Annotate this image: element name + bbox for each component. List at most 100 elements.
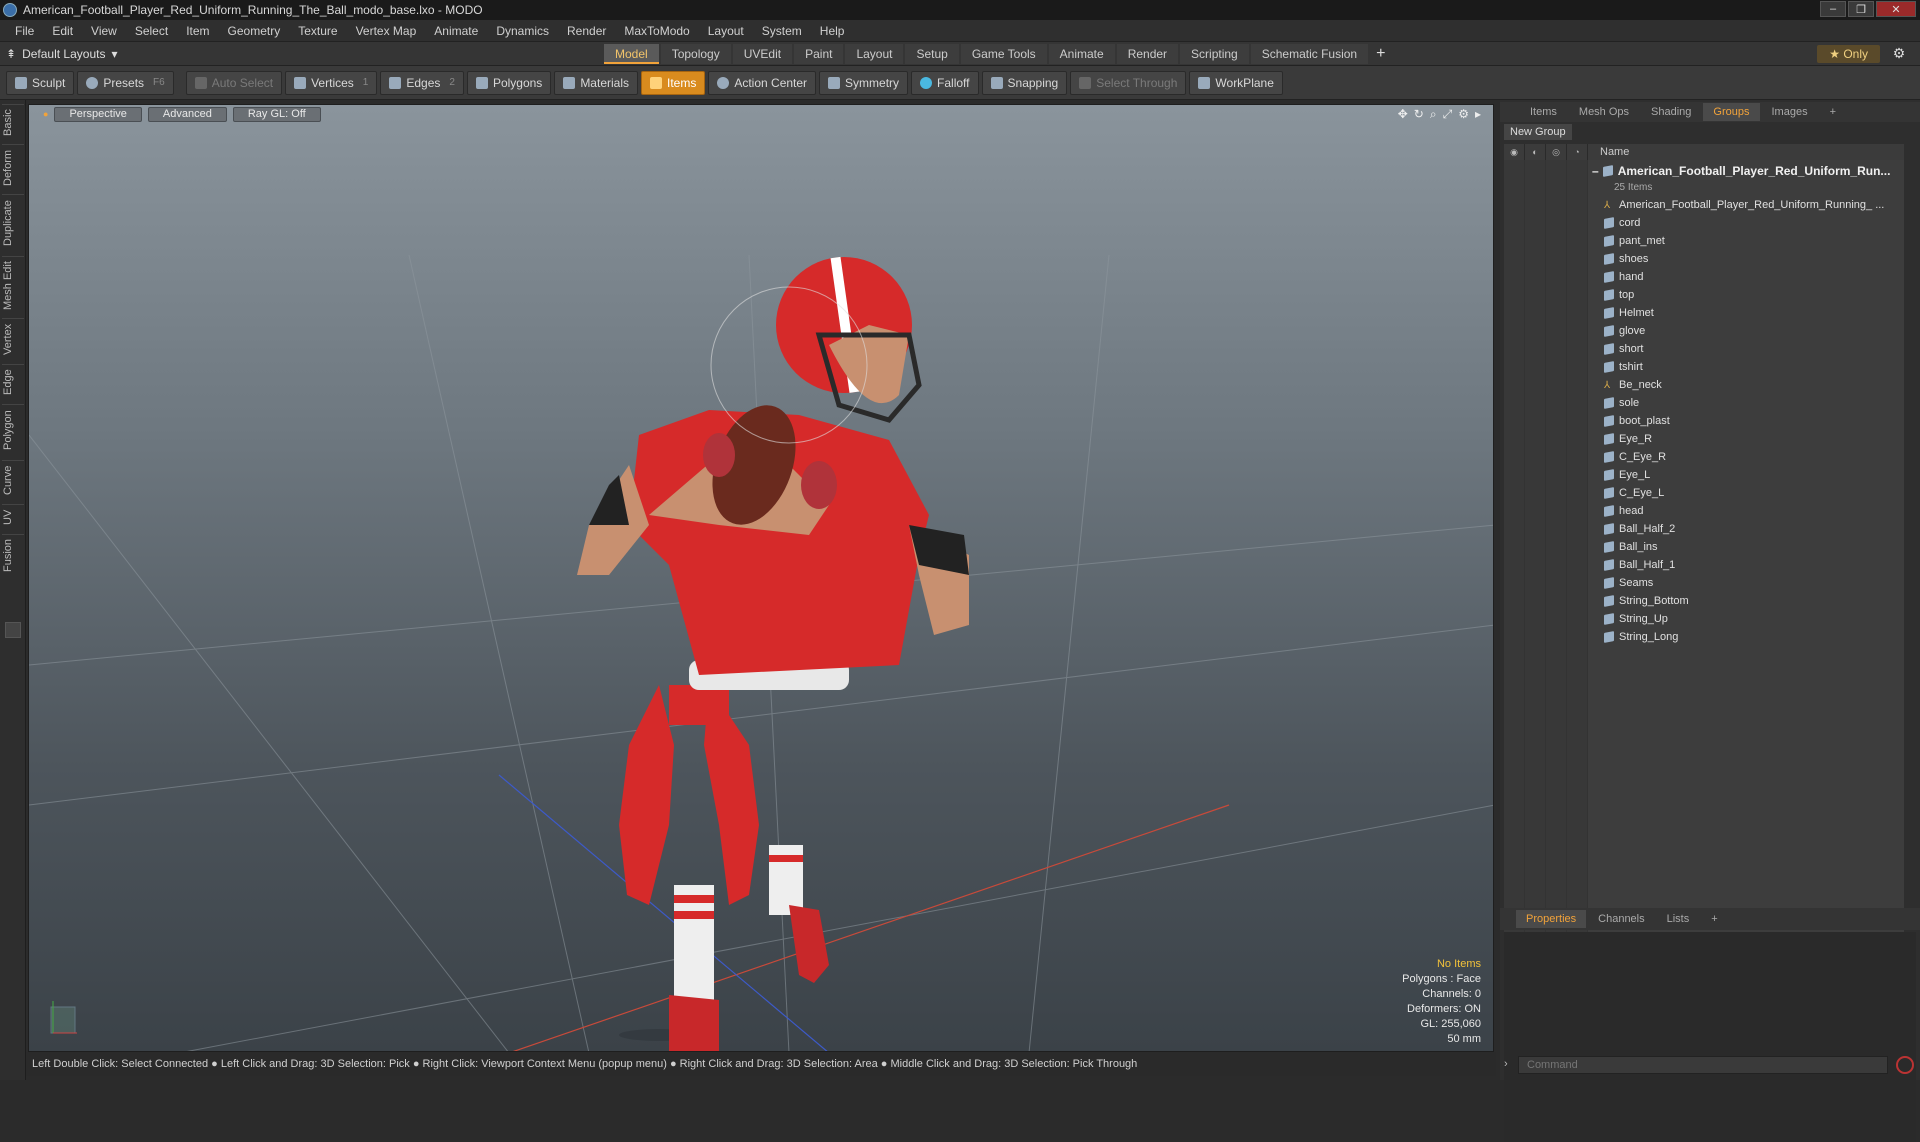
raygl-button[interactable]: Ray GL: Off <box>232 106 321 122</box>
maximize-button[interactable]: ❐ <box>1848 1 1874 17</box>
tab-lists[interactable]: Lists <box>1657 910 1700 928</box>
tab-properties[interactable]: Properties <box>1516 910 1587 928</box>
sculpt-button[interactable]: Sculpt <box>6 70 75 95</box>
list-item[interactable]: Eye_R <box>1604 430 1914 448</box>
edges-button[interactable]: Edges 2 <box>380 70 464 95</box>
polygons-button[interactable]: Polygons <box>466 70 552 95</box>
snapping-button[interactable]: Snapping <box>981 70 1068 95</box>
menu-edit[interactable]: Edit <box>43 24 82 38</box>
visibility-column-icon[interactable]: ◉ <box>1504 144 1525 160</box>
tab-paint[interactable]: Paint <box>794 44 844 64</box>
tab-render[interactable]: Render <box>1116 44 1179 64</box>
collapse-arrow-icon[interactable]: – <box>1592 164 1599 178</box>
vtab-basic[interactable]: Basic <box>2 104 24 140</box>
menu-texture[interactable]: Texture <box>289 24 346 38</box>
materials-button[interactable]: Materials <box>554 70 638 95</box>
menu-item[interactable]: Item <box>177 24 218 38</box>
perspective-button[interactable]: Perspective <box>54 106 142 122</box>
list-item[interactable]: boot_plast <box>1604 412 1914 430</box>
menu-render[interactable]: Render <box>558 24 615 38</box>
menu-maxtomodo[interactable]: MaxToModo <box>615 24 698 38</box>
list-item[interactable]: Ball_ins <box>1604 538 1914 556</box>
vtab-duplicate[interactable]: Duplicate <box>2 194 24 252</box>
vtab-curve[interactable]: Curve <box>2 460 24 500</box>
tab-animate[interactable]: Animate <box>1048 44 1115 64</box>
list-item[interactable]: ⅄ Be_neck <box>1604 376 1914 394</box>
add-panel-tab-icon[interactable]: + <box>1820 103 1846 121</box>
tab-model[interactable]: Model <box>604 44 659 64</box>
add-bottom-tab-icon[interactable]: + <box>1701 910 1727 928</box>
workplane-button[interactable]: WorkPlane <box>1189 70 1283 95</box>
auto-select-button[interactable]: Auto Select <box>185 70 283 95</box>
collapse-icon[interactable]: ⇞ <box>6 47 16 61</box>
tab-layout[interactable]: Layout <box>845 44 904 64</box>
list-item[interactable]: C_Eye_R <box>1604 448 1914 466</box>
vtab-edge[interactable]: Edge <box>2 364 24 400</box>
vtab-polygon[interactable]: Polygon <box>2 404 24 456</box>
menu-file[interactable]: File <box>6 24 43 38</box>
3d-viewport[interactable]: ● Perspective Advanced Ray GL: Off ✥ ↻ ⌕… <box>28 104 1494 1052</box>
list-item[interactable]: Seams <box>1604 574 1914 592</box>
gear-icon[interactable]: ⚙ <box>1890 45 1908 63</box>
menu-select[interactable]: Select <box>126 24 177 38</box>
presets-button[interactable]: Presets F6 <box>77 70 174 95</box>
list-item[interactable]: Helmet <box>1604 304 1914 322</box>
list-item[interactable]: ⅄ American_Football_Player_Red_Uniform_Ru… <box>1604 196 1914 214</box>
menu-view[interactable]: View <box>82 24 126 38</box>
select-column-icon[interactable]: ◔ <box>1567 144 1588 160</box>
layout-selector[interactable]: ⇞ Default Layouts ▾ <box>6 47 117 61</box>
rotate-icon[interactable]: ↻ <box>1414 107 1424 122</box>
minimize-button[interactable]: – <box>1820 1 1846 17</box>
tab-topology[interactable]: Topology <box>660 44 731 64</box>
menu-dynamics[interactable]: Dynamics <box>487 24 558 38</box>
menu-geometry[interactable]: Geometry <box>219 24 290 38</box>
list-item[interactable]: glove <box>1604 322 1914 340</box>
render-column-icon[interactable]: ◐ <box>1525 144 1546 160</box>
only-button[interactable]: ★ Only <box>1817 45 1880 63</box>
list-item[interactable]: short <box>1604 340 1914 358</box>
falloff-button[interactable]: Falloff <box>911 70 979 95</box>
tab-channels[interactable]: Channels <box>1588 910 1654 928</box>
vtab-mesh-edit[interactable]: Mesh Edit <box>2 256 24 314</box>
action-center-button[interactable]: Action Center <box>708 70 817 95</box>
lock-column-icon[interactable]: ◎ <box>1546 144 1567 160</box>
list-item[interactable]: cord <box>1604 214 1914 232</box>
list-item[interactable]: C_Eye_L <box>1604 484 1914 502</box>
fit-icon[interactable]: ⤢ <box>1443 107 1453 122</box>
tab-uvedit[interactable]: UVEdit <box>732 44 793 64</box>
select-through-button[interactable]: Select Through <box>1070 70 1187 95</box>
strip-toggle-icon[interactable] <box>5 622 21 638</box>
list-item[interactable]: sole <box>1604 394 1914 412</box>
vtab-fusion[interactable]: Fusion <box>2 534 24 576</box>
symmetry-button[interactable]: Symmetry <box>819 70 909 95</box>
tab-setup[interactable]: Setup <box>905 44 959 64</box>
items-button[interactable]: Items <box>641 70 706 95</box>
expand-icon[interactable]: ▸ <box>1475 107 1481 122</box>
close-button[interactable]: ✕ <box>1876 1 1916 17</box>
vtab-deform[interactable]: Deform <box>2 144 24 190</box>
list-item[interactable]: String_Bottom <box>1604 592 1914 610</box>
list-item[interactable]: pant_met <box>1604 232 1914 250</box>
new-group-button[interactable]: New Group <box>1504 124 1572 140</box>
menu-animate[interactable]: Animate <box>425 24 487 38</box>
zoom-icon[interactable]: ⌕ <box>1430 107 1437 122</box>
football-player-model[interactable] <box>577 256 969 1052</box>
menu-help[interactable]: Help <box>811 24 854 38</box>
list-item[interactable]: String_Up <box>1604 610 1914 628</box>
list-item[interactable]: head <box>1604 502 1914 520</box>
settings-icon[interactable]: ⚙ <box>1458 107 1469 122</box>
list-item[interactable]: Eye_L <box>1604 466 1914 484</box>
list-item[interactable]: Ball_Half_1 <box>1604 556 1914 574</box>
command-stop-icon[interactable] <box>1896 1056 1914 1074</box>
list-item[interactable]: hand <box>1604 268 1914 286</box>
tab-images[interactable]: Images <box>1762 103 1818 121</box>
list-item[interactable]: Ball_Half_2 <box>1604 520 1914 538</box>
menu-layout[interactable]: Layout <box>699 24 753 38</box>
menu-system[interactable]: System <box>753 24 811 38</box>
tab-groups[interactable]: Groups <box>1703 103 1760 121</box>
advanced-button[interactable]: Advanced <box>147 106 227 122</box>
vtab-uv[interactable]: UV <box>2 504 24 530</box>
command-input[interactable] <box>1518 1056 1888 1074</box>
list-item[interactable]: tshirt <box>1604 358 1914 376</box>
tab-mesh-ops[interactable]: Mesh Ops <box>1569 103 1639 121</box>
